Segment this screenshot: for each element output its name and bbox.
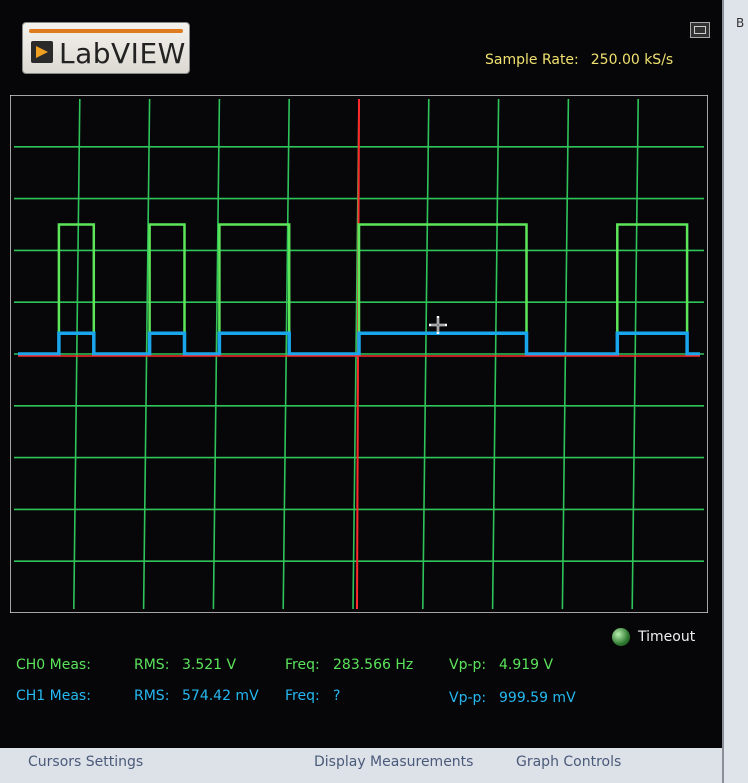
float-window-icon[interactable] bbox=[690, 22, 710, 38]
tab-bar: Cursors Settings Display Measurements Gr… bbox=[0, 748, 722, 783]
tab-graph-controls[interactable]: Graph Controls bbox=[516, 754, 621, 770]
logo-text: LabVIEW bbox=[59, 37, 186, 70]
tab-cursors-settings[interactable]: Cursors Settings bbox=[28, 754, 143, 770]
ch0-vpp-label: Vp-p: bbox=[449, 657, 487, 673]
ch0-rms-value: 3.521 V bbox=[182, 657, 237, 673]
logo-stripe bbox=[29, 29, 183, 33]
ch1-vpp-value: 999.59 mV bbox=[499, 690, 576, 706]
ch1-vpp-label: Vp-p: bbox=[449, 690, 487, 706]
ch0-vpp-value: 4.919 V bbox=[499, 657, 554, 673]
labview-mark-icon bbox=[31, 41, 53, 63]
ch0-rms-label: RMS: bbox=[134, 657, 170, 673]
sample-rate: Sample Rate: 250.00 kS/s bbox=[485, 52, 673, 68]
timeout-indicator: Timeout bbox=[612, 628, 695, 646]
ch1-rms-value: 574.42 mV bbox=[182, 688, 259, 704]
sample-rate-label: Sample Rate: bbox=[485, 52, 579, 68]
ch0-freq-label: Freq: bbox=[285, 657, 320, 673]
timeout-led-icon bbox=[612, 628, 630, 646]
sample-rate-value: 250.00 kS/s bbox=[590, 52, 674, 68]
adjacent-window-edge: B bbox=[722, 0, 748, 783]
labview-logo: LabVIEW bbox=[22, 22, 190, 74]
waveform-graph[interactable] bbox=[10, 95, 708, 613]
ch1-meas-label: CH1 Meas: bbox=[16, 688, 91, 704]
ch0-freq-value: 283.566 Hz bbox=[333, 657, 414, 673]
tab-display-measurements[interactable]: Display Measurements bbox=[314, 754, 473, 770]
ch1-freq-value: ? bbox=[333, 688, 341, 704]
ch1-freq-label: Freq: bbox=[285, 688, 320, 704]
ch1-rms-label: RMS: bbox=[134, 688, 170, 704]
adjacent-window-text: B bbox=[736, 16, 745, 30]
oscilloscope-window: LabVIEW Sample Rate: 250.00 kS/s Timeout … bbox=[0, 0, 722, 748]
timeout-label: Timeout bbox=[638, 629, 696, 645]
ch0-meas-label: CH0 Meas: bbox=[16, 657, 91, 673]
